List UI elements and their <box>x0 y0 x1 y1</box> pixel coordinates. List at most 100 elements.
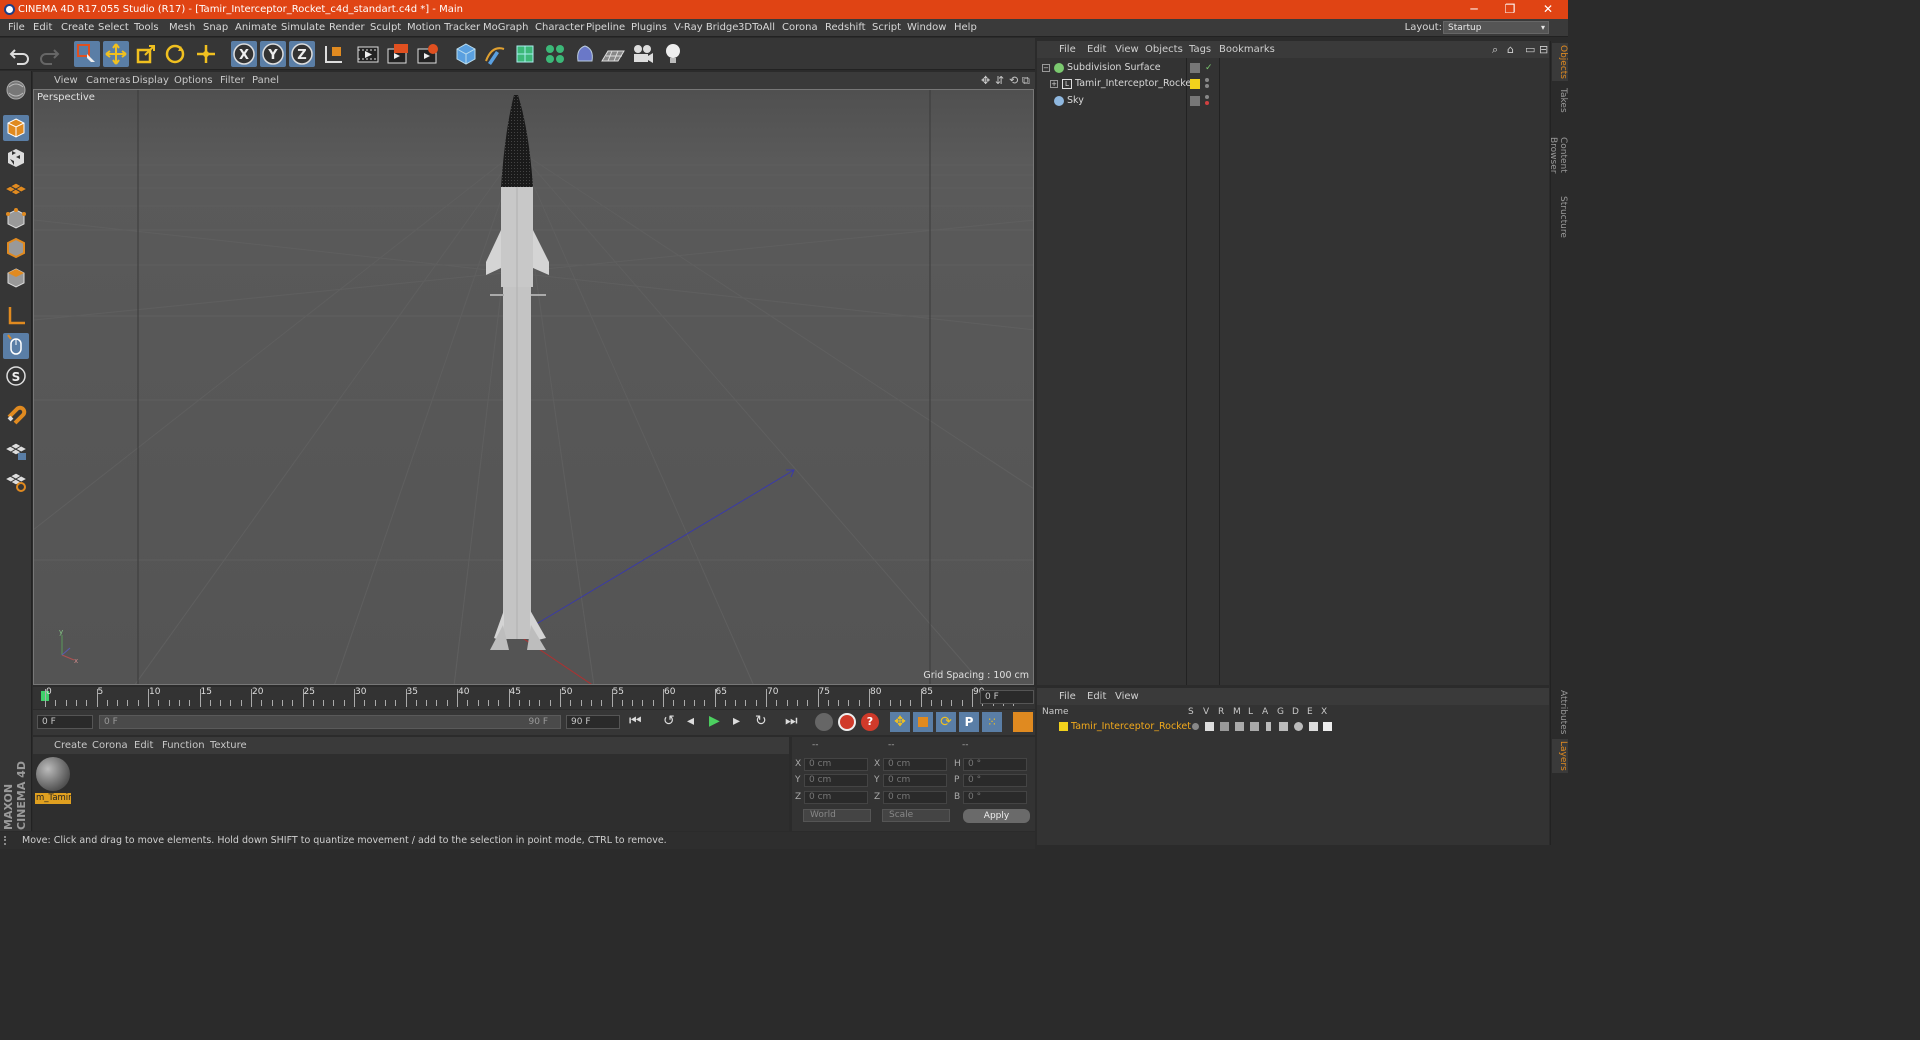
scale-icon[interactable] <box>133 41 159 67</box>
edit-render-settings-icon[interactable] <box>415 41 441 67</box>
y-axis-icon[interactable]: Y <box>260 41 286 67</box>
menu-select[interactable]: Select <box>98 19 129 37</box>
size-mode-select[interactable]: Scale <box>882 809 950 822</box>
viewport-menu-panel[interactable]: Panel <box>252 72 279 89</box>
menu-vray-bridge[interactable]: V-Ray Bridge <box>674 19 738 37</box>
material-menu-create[interactable]: Create <box>54 737 87 754</box>
camera-icon[interactable] <box>630 41 656 67</box>
visibility-editor-dot[interactable] <box>1205 78 1209 82</box>
timeline-ruler[interactable]: 0 5 10 15 20 25 30 35 40 45 50 55 60 65 70 75 80 85 90 0 F <box>33 687 1035 709</box>
key-parameter-icon[interactable]: P <box>959 712 979 732</box>
live-selection-icon[interactable] <box>74 41 100 67</box>
menu-snap[interactable]: Snap <box>203 19 228 37</box>
layer-row[interactable]: Tamir_Interceptor_Rocket <box>1037 720 1549 733</box>
rotate-icon[interactable] <box>162 41 188 67</box>
menu-sculpt[interactable]: Sculpt <box>370 19 401 37</box>
axis-mode-icon[interactable] <box>3 303 29 329</box>
key-scale-icon[interactable] <box>913 712 933 732</box>
rot-b-field[interactable]: 0 ° <box>963 791 1027 804</box>
tab-content-browser[interactable]: Content Browser <box>1548 119 1568 191</box>
object-menu-objects[interactable]: Objects <box>1145 41 1183 58</box>
menu-simulate[interactable]: Simulate <box>281 19 325 37</box>
record-keys-disabled-icon[interactable] <box>815 713 833 731</box>
key-rotation-icon[interactable]: ⟳ <box>936 712 956 732</box>
layout-select[interactable]: Startup ▾ <box>1443 21 1549 34</box>
lock-icon[interactable] <box>1250 722 1259 731</box>
rot-h-field[interactable]: 0 ° <box>963 758 1027 771</box>
x-axis-icon[interactable]: X <box>231 41 257 67</box>
home-icon[interactable]: ⌂ <box>1507 41 1514 58</box>
autokeying-icon[interactable]: ? <box>861 713 879 731</box>
edges-mode-icon[interactable] <box>3 235 29 261</box>
pos-y-field[interactable]: 0 cm <box>804 774 868 787</box>
menu-file[interactable]: File <box>8 19 25 37</box>
move-icon[interactable] <box>103 41 129 67</box>
floor-icon[interactable] <box>600 41 626 67</box>
menu-motion-tracker[interactable]: Motion Tracker <box>407 19 480 37</box>
menu-plugins[interactable]: Plugins <box>631 19 667 37</box>
menu-mesh[interactable]: Mesh <box>169 19 195 37</box>
play-forward-icon[interactable]: ▶ <box>709 713 720 729</box>
layer-xref-icon[interactable] <box>1323 722 1332 731</box>
menu-character[interactable]: Character <box>535 19 584 37</box>
layer-deformers-icon[interactable] <box>1294 722 1303 731</box>
next-key-icon[interactable]: ↻ <box>755 713 767 729</box>
new-view-icon[interactable]: ▭ <box>1525 41 1535 58</box>
object-menu-edit[interactable]: Edit <box>1087 41 1106 58</box>
menu-redshift[interactable]: Redshift <box>825 19 866 37</box>
menu-window[interactable]: Window <box>907 19 946 37</box>
layer-color-swatch[interactable] <box>1059 722 1068 731</box>
layer-render-icon[interactable] <box>1220 722 1229 731</box>
tweak-mode-icon[interactable] <box>3 333 29 359</box>
cloner-icon[interactable] <box>542 41 568 67</box>
viewport-menu-filter[interactable]: Filter <box>220 72 245 89</box>
model-mode-icon[interactable] <box>3 115 29 141</box>
size-z-field[interactable]: 0 cm <box>883 791 947 804</box>
viewport-menu-options[interactable]: Options <box>174 72 213 89</box>
menu-pipeline[interactable]: Pipeline <box>586 19 625 37</box>
visibility-editor-dot[interactable] <box>1205 95 1209 99</box>
material-menu-corona[interactable]: Corona <box>92 737 128 754</box>
tab-attributes[interactable]: Attributes <box>1552 687 1568 737</box>
current-frame-field[interactable]: 0 F <box>980 690 1034 704</box>
coordinate-system-select[interactable]: World <box>803 809 871 822</box>
points-mode-icon[interactable] <box>3 206 29 232</box>
close-button[interactable]: ✕ <box>1530 0 1566 19</box>
viewport-menu-cameras[interactable]: Cameras <box>86 72 130 89</box>
material-menu-function[interactable]: Function <box>162 737 205 754</box>
key-position-icon[interactable]: ✥ <box>890 712 910 732</box>
object-menu-tags[interactable]: Tags <box>1189 41 1211 58</box>
enabled-check-icon[interactable]: ✓ <box>1205 60 1213 76</box>
magnet-icon[interactable] <box>3 401 29 427</box>
record-active-objects-icon[interactable] <box>838 713 856 731</box>
start-frame-field[interactable]: 0 F <box>37 715 93 729</box>
menu-corona[interactable]: Corona <box>782 19 818 37</box>
z-axis-icon[interactable]: Z <box>289 41 315 67</box>
layer-view-icon[interactable] <box>1205 722 1214 731</box>
render-picture-viewer-icon[interactable] <box>385 41 411 67</box>
layer-color-icon[interactable] <box>1190 79 1200 89</box>
light-icon[interactable] <box>660 41 686 67</box>
rot-p-field[interactable]: 0 ° <box>963 774 1027 787</box>
previous-frame-icon[interactable]: ◂ <box>687 713 694 729</box>
world-coordinates-icon[interactable] <box>321 41 347 67</box>
locked-workplane-icon[interactable] <box>3 437 29 463</box>
layer-tag-icon[interactable] <box>1190 63 1200 73</box>
tab-objects[interactable]: Objects <box>1552 43 1568 81</box>
object-row-tamir-interceptor-rocket[interactable]: + L Tamir_Interceptor_Rocket <box>1037 76 1549 92</box>
object-menu-bookmarks[interactable]: Bookmarks <box>1219 41 1275 58</box>
material-menu-texture[interactable]: Texture <box>210 737 247 754</box>
timeline-window-icon[interactable] <box>1013 712 1033 732</box>
visibility-render-dot[interactable] <box>1205 101 1209 105</box>
material-menu-edit[interactable]: Edit <box>134 737 153 754</box>
planar-workplane-icon[interactable] <box>3 467 29 493</box>
layer-expressions-icon[interactable] <box>1309 722 1318 731</box>
tab-takes[interactable]: Takes <box>1552 85 1568 115</box>
layer-tag-icon[interactable] <box>1190 96 1200 106</box>
layer-menu-view[interactable]: View <box>1115 688 1139 705</box>
go-to-start-icon[interactable]: ⏮ <box>629 713 642 729</box>
tab-structure[interactable]: Structure <box>1552 195 1568 239</box>
collapse-icon[interactable]: − <box>1042 64 1050 72</box>
maximize-button[interactable]: ❐ <box>1492 0 1528 19</box>
viewport-menu-display[interactable]: Display <box>132 72 169 89</box>
